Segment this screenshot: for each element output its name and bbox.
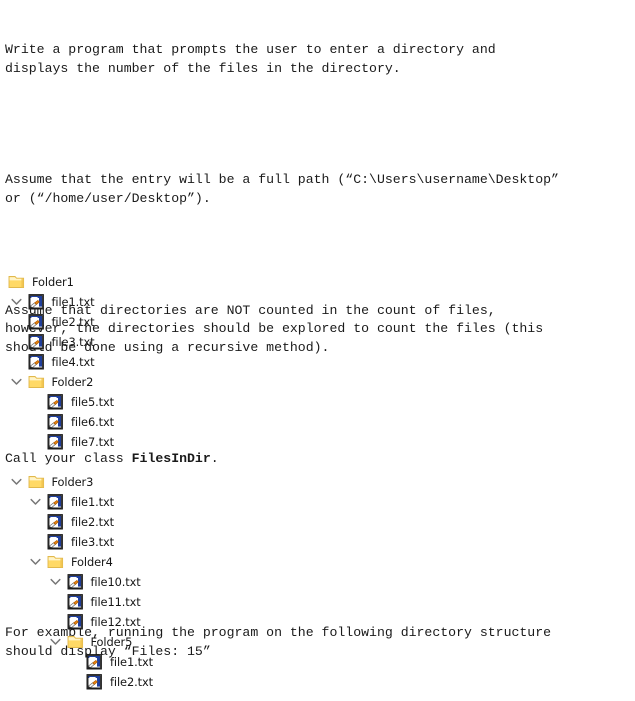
chevron-down-icon[interactable] bbox=[8, 472, 24, 492]
file-name-label: file1.txt bbox=[110, 655, 153, 669]
file-name-label: file10.txt bbox=[90, 575, 141, 589]
file-name-label: file2.txt bbox=[71, 515, 114, 529]
text-file-icon bbox=[28, 354, 45, 370]
chevron-down-icon[interactable] bbox=[27, 552, 43, 572]
file-name-label: file11.txt bbox=[90, 595, 141, 609]
folder-icon bbox=[67, 634, 84, 650]
file-name-label: file1.txt bbox=[71, 495, 114, 509]
tree-folder-row[interactable]: Folder1 bbox=[0, 272, 635, 292]
file-name-label: file2.txt bbox=[110, 675, 153, 689]
folder-name-label: Folder4 bbox=[71, 555, 113, 569]
file-name-label: file1.txt bbox=[51, 295, 95, 309]
tree-file-row[interactable]: file4.txt bbox=[0, 352, 635, 372]
tree-file-row[interactable]: file5.txt bbox=[0, 392, 635, 412]
tree-file-row[interactable]: file11.txt bbox=[0, 592, 635, 612]
tree-file-row[interactable]: file6.txt bbox=[0, 412, 635, 432]
tree-file-row[interactable]: file1.txt bbox=[0, 492, 635, 512]
text-file-icon bbox=[28, 334, 45, 350]
file-name-label: file5.txt bbox=[71, 395, 114, 409]
folder-name-label: Folder3 bbox=[51, 475, 94, 489]
file-name-label: file3.txt bbox=[51, 335, 95, 349]
tree-folder-row[interactable]: Folder2 bbox=[0, 372, 635, 392]
text-file-icon bbox=[86, 654, 103, 670]
tree-file-row[interactable]: file12.txt bbox=[0, 612, 635, 632]
file-name-label: file7.txt bbox=[71, 435, 114, 449]
folder-icon bbox=[28, 374, 45, 390]
tree-file-row[interactable]: file7.txt bbox=[0, 432, 635, 452]
tree-folder-row[interactable]: Folder3 bbox=[0, 472, 635, 492]
folder-icon bbox=[28, 474, 45, 490]
assignment-paragraph-2: Assume that the entry will be a full pat… bbox=[5, 172, 559, 206]
chevron-down-icon[interactable] bbox=[27, 492, 43, 512]
chevron-down-icon[interactable] bbox=[47, 632, 63, 652]
text-file-icon bbox=[67, 614, 84, 630]
text-file-icon bbox=[47, 434, 64, 450]
tree-file-row[interactable]: file3.txt bbox=[0, 332, 635, 352]
text-file-icon bbox=[86, 674, 103, 690]
text-file-icon bbox=[28, 314, 45, 330]
file-name-label: file3.txt bbox=[71, 535, 114, 549]
folder-name-label: Folder2 bbox=[51, 375, 94, 389]
tree-file-row[interactable]: file2.txt bbox=[0, 672, 635, 692]
folder-name-label: Folder5 bbox=[90, 635, 133, 649]
tree-folder-row[interactable]: Folder4 bbox=[0, 552, 635, 572]
chevron-down-icon[interactable] bbox=[8, 292, 24, 312]
tree-file-row[interactable]: file2.txt bbox=[0, 512, 635, 532]
tree-file-row[interactable]: file1.txt bbox=[0, 652, 635, 672]
text-file-icon bbox=[47, 494, 64, 510]
chevron-down-icon[interactable] bbox=[8, 372, 24, 392]
assignment-paragraph-1: Write a program that prompts the user to… bbox=[5, 42, 496, 76]
tree-spacer-row bbox=[0, 452, 635, 472]
file-name-label: file12.txt bbox=[90, 615, 141, 629]
chevron-down-icon[interactable] bbox=[47, 572, 63, 592]
text-file-icon bbox=[67, 574, 84, 590]
text-file-icon bbox=[47, 394, 64, 410]
file-name-label: file4.txt bbox=[51, 355, 95, 369]
text-file-icon bbox=[47, 514, 64, 530]
file-name-label: file2.txt bbox=[51, 315, 95, 329]
folder-name-label: Folder1 bbox=[32, 275, 74, 289]
tree-file-row[interactable]: file1.txt bbox=[0, 292, 635, 312]
tree-file-row[interactable]: file3.txt bbox=[0, 532, 635, 552]
text-file-icon bbox=[28, 294, 45, 310]
tree-file-row[interactable]: file10.txt bbox=[0, 572, 635, 592]
text-file-icon bbox=[47, 534, 64, 550]
tree-file-row[interactable]: file2.txt bbox=[0, 312, 635, 332]
folder-icon bbox=[47, 554, 64, 570]
directory-tree: Folder1 file1.txt file2.txt file3.txt file4.… bbox=[0, 272, 635, 692]
folder-icon bbox=[8, 274, 25, 290]
text-file-icon bbox=[47, 414, 64, 430]
text-file-icon bbox=[67, 594, 84, 610]
file-name-label: file6.txt bbox=[71, 415, 114, 429]
tree-folder-row[interactable]: Folder5 bbox=[0, 632, 635, 652]
